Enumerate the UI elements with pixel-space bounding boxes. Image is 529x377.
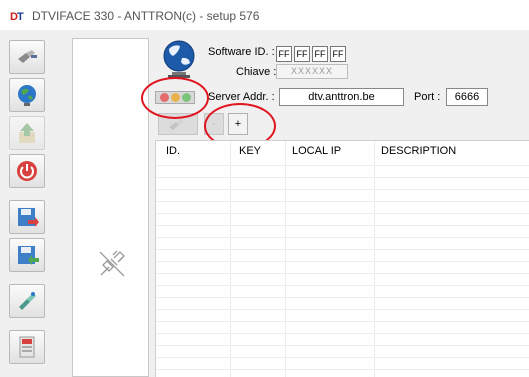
column-header-key[interactable]: KEY [239,145,261,157]
save-import-button[interactable] [9,238,45,272]
power-icon [17,161,37,181]
chiave-field[interactable]: XXXXXX [276,64,348,79]
software-id-byte-4[interactable]: FF [330,46,346,62]
table-row-line [156,249,529,250]
table-row-line [156,345,529,346]
server-addr-field[interactable]: dtv.anttron.be [279,88,404,106]
left-toolbar [5,38,51,377]
globe-network-icon [18,85,36,106]
table-row-line [156,213,529,214]
connect-button[interactable] [9,40,45,74]
column-header-local-ip[interactable]: LOCAL IP [292,145,341,157]
upload-button[interactable] [9,116,45,150]
table-row-line [156,297,529,298]
table-row-line [156,225,529,226]
table-row-line [156,261,529,262]
table-row-line [156,333,529,334]
chiave-label: Chiave : [236,66,277,78]
table-row-line [156,357,529,358]
table-column-line [230,141,231,377]
table-row-line [156,285,529,286]
column-header-description[interactable]: DESCRIPTION [381,145,456,157]
connect-server-button[interactable] [158,113,198,135]
antenna-meter-button[interactable] [9,284,45,318]
software-id-byte-2[interactable]: FF [294,46,310,62]
table-row-line [156,165,529,166]
upload-house-icon [19,123,35,143]
table-row-line [156,201,529,202]
port-label: Port : [414,91,441,103]
table-row-line [156,189,529,190]
connect-cable-icon [18,50,37,63]
svg-text:T: T [17,11,24,22]
device-panel-button[interactable] [9,330,45,364]
add-entry-button[interactable]: + [228,113,248,135]
status-led-panel [155,91,195,104]
software-id-byte-1[interactable]: FF [276,46,292,62]
table-row-line [156,369,529,370]
save-export-button[interactable] [9,200,45,234]
device-panel-icon [19,336,35,358]
status-led-amber [171,93,180,102]
app-logo-icon: D T [10,9,24,22]
server-addr-label: Server Addr. : [208,91,275,103]
table-row-line [156,273,529,274]
cable-disabled-icon [169,119,184,130]
table-header: ID. KEY LOCAL IP DESCRIPTION [156,141,529,159]
table-column-line [285,141,286,377]
save-export-icon [18,208,39,227]
status-led-red [160,93,169,102]
network-button[interactable] [9,78,45,112]
window-title: DTVIFACE 330 - ANTTRON(c) - setup 576 [32,9,260,23]
software-id-byte-3[interactable]: FF [312,46,328,62]
remove-entry-button[interactable]: - [204,113,224,135]
power-button[interactable] [9,154,45,188]
title-bar: D T DTVIFACE 330 - ANTTRON(c) - setup 57… [0,0,529,30]
software-id-label: Software ID. : [208,46,275,58]
globe-server-icon [163,40,195,78]
table-row-line [156,321,529,322]
table-row-line [156,309,529,310]
status-led-green [182,93,191,102]
port-field[interactable]: 6666 [446,88,488,106]
save-import-icon [18,246,39,265]
table-row-line [156,237,529,238]
entries-table[interactable]: ID. KEY LOCAL IP DESCRIPTION [155,140,529,377]
unplugged-icon [99,250,125,277]
table-row-line [156,177,529,178]
column-header-id[interactable]: ID. [166,145,180,157]
connection-panel [72,38,149,377]
table-column-line [374,141,375,377]
antenna-meter-icon [19,292,36,310]
